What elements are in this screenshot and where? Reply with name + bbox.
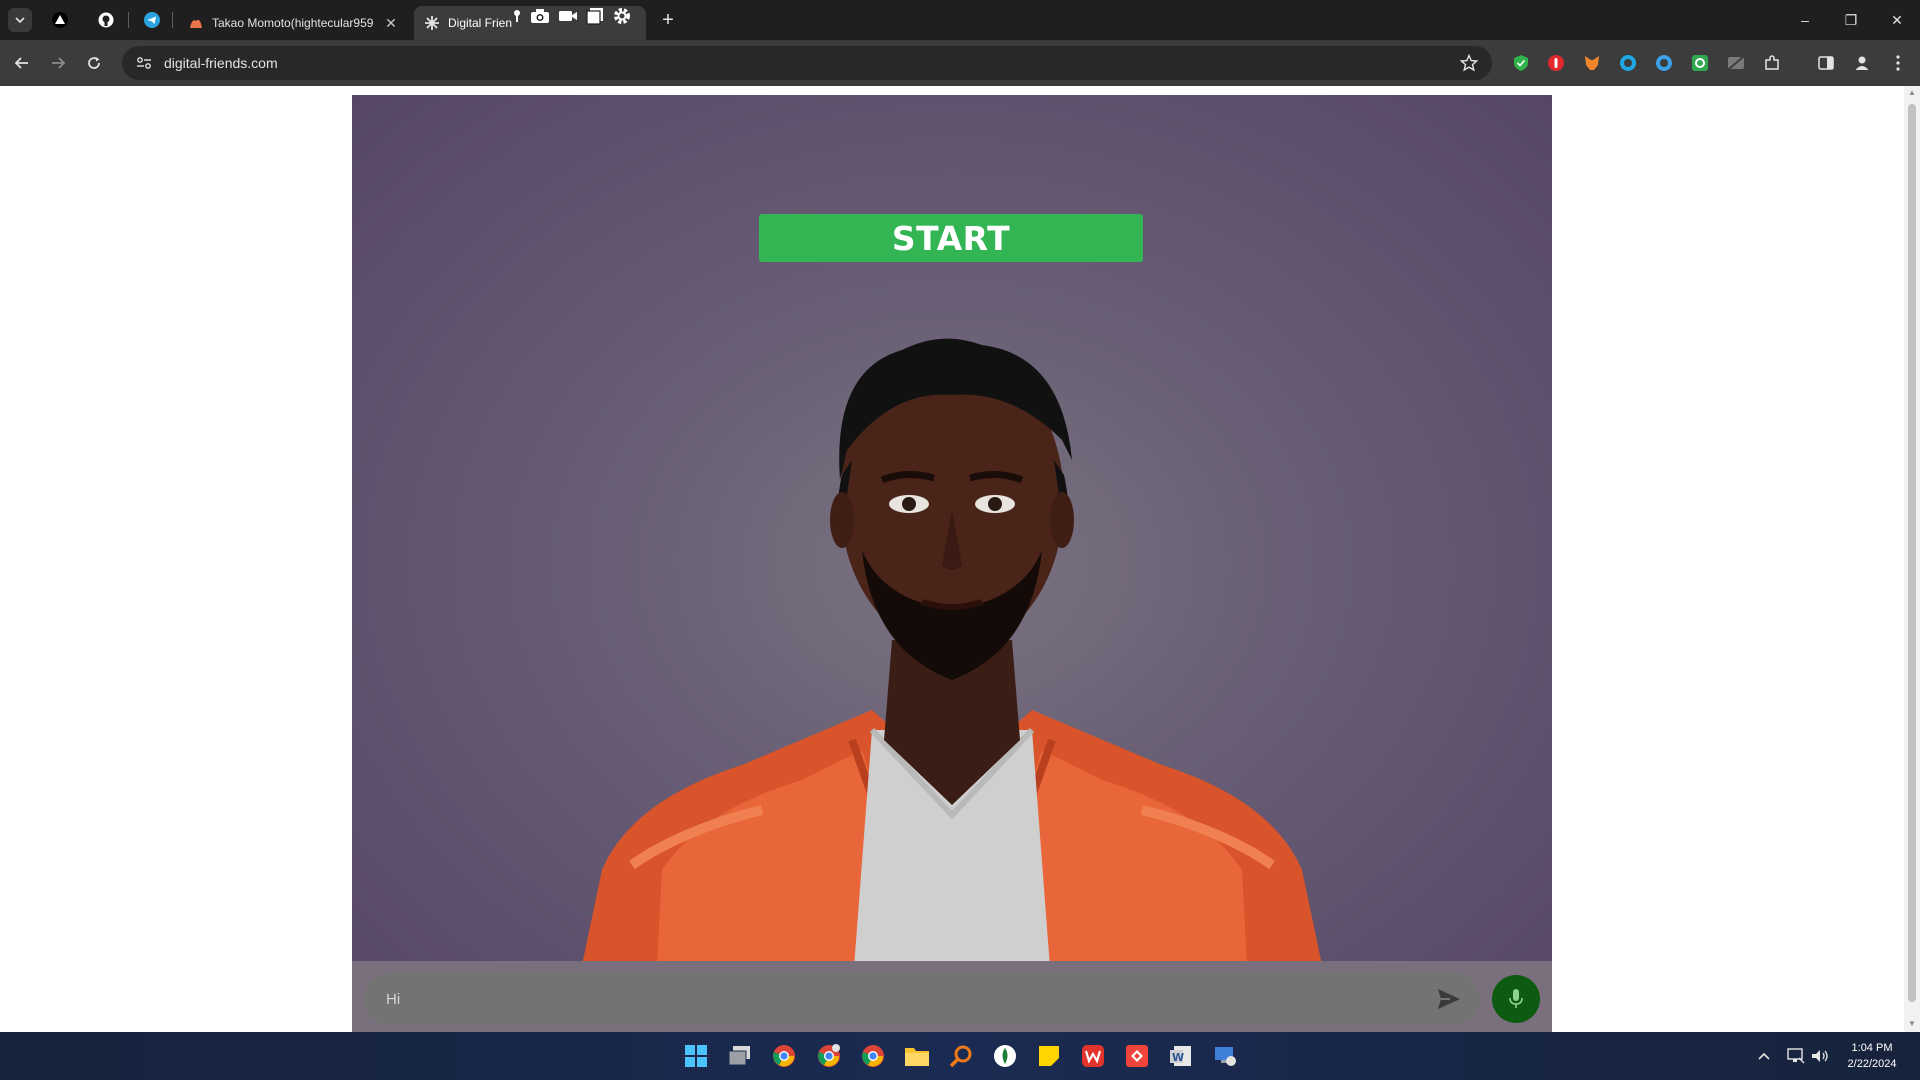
github-icon bbox=[98, 12, 114, 28]
scrollbar-thumb[interactable] bbox=[1908, 104, 1916, 1002]
screenshot-toolbar bbox=[512, 2, 632, 30]
word-icon[interactable]: W bbox=[1167, 1042, 1195, 1070]
network-icon[interactable] bbox=[1786, 1046, 1806, 1066]
tab-title: Takao Momoto(hightecular959 bbox=[212, 16, 374, 30]
chat-input-container[interactable] bbox=[364, 973, 1480, 1025]
minimize-button[interactable]: – bbox=[1782, 0, 1828, 40]
arrow-right-icon bbox=[52, 57, 66, 69]
red-extension-icon[interactable] bbox=[1546, 53, 1566, 73]
gear-icon[interactable] bbox=[612, 6, 632, 26]
tab-takao-momoto[interactable]: Takao Momoto(hightecular959 ✕ bbox=[178, 6, 410, 40]
pin-icon[interactable] bbox=[512, 9, 522, 23]
arrow-left-icon bbox=[14, 57, 28, 69]
browser-tab-strip: Takao Momoto(hightecular959 ✕ Digital Fr… bbox=[0, 0, 1920, 40]
url-text[interactable]: digital-friends.com bbox=[164, 55, 1454, 71]
windows-start-icon[interactable] bbox=[682, 1042, 710, 1070]
task-view-icon[interactable] bbox=[726, 1042, 754, 1070]
page-scrollbar[interactable]: ▲ ▼ bbox=[1904, 86, 1920, 1032]
bookmark-star-icon[interactable] bbox=[1454, 54, 1484, 72]
send-icon bbox=[1438, 989, 1460, 1009]
back-button[interactable] bbox=[8, 49, 36, 77]
chrome-profile-icon[interactable] bbox=[815, 1042, 843, 1070]
microphone-icon bbox=[1509, 989, 1523, 1008]
svg-text:W: W bbox=[1172, 1051, 1184, 1064]
reload-icon bbox=[88, 57, 100, 69]
window-capture-icon[interactable] bbox=[586, 7, 604, 25]
side-panel-icon[interactable] bbox=[1816, 53, 1836, 73]
chrome-icon[interactable] bbox=[770, 1042, 798, 1070]
address-bar[interactable]: digital-friends.com bbox=[122, 46, 1492, 80]
kebab-menu-icon[interactable] bbox=[1888, 53, 1908, 73]
app-favicon-icon bbox=[190, 19, 202, 28]
file-explorer-icon[interactable] bbox=[903, 1042, 931, 1070]
tab-separator bbox=[128, 12, 129, 28]
browser-toolbar: digital-friends.com bbox=[0, 40, 1920, 86]
chat-bar bbox=[352, 961, 1552, 1032]
tab-close-icon[interactable]: ✕ bbox=[382, 15, 400, 32]
asterisk-favicon-icon bbox=[425, 16, 439, 30]
green-drop-app-icon[interactable] bbox=[991, 1042, 1019, 1070]
puzzle-extensions-icon[interactable] bbox=[1762, 53, 1782, 73]
chrome-icon[interactable] bbox=[859, 1042, 887, 1070]
clock-time: 1:04 PM bbox=[1851, 1042, 1893, 1054]
pinned-tab-1[interactable] bbox=[46, 7, 74, 33]
green-extension-icon[interactable] bbox=[1690, 53, 1710, 73]
speaker-icon[interactable] bbox=[1810, 1046, 1830, 1066]
pinned-tab-telegram[interactable] bbox=[138, 7, 166, 33]
avatar-stage: START bbox=[352, 95, 1552, 1032]
search-magnifier-icon[interactable] bbox=[947, 1042, 975, 1070]
clock-date: 2/22/2024 bbox=[1847, 1058, 1897, 1070]
sticky-notes-icon[interactable] bbox=[1035, 1042, 1063, 1070]
chevron-up-icon[interactable] bbox=[1754, 1046, 1774, 1066]
scroll-up-arrow-icon[interactable]: ▲ bbox=[1908, 89, 1916, 97]
avatar-3d-character bbox=[567, 338, 1337, 1032]
remote-desktop-icon[interactable] bbox=[1211, 1042, 1239, 1070]
site-settings-icon[interactable] bbox=[130, 56, 158, 70]
start-button[interactable]: START bbox=[759, 214, 1143, 262]
pinned-tab-github[interactable] bbox=[92, 7, 120, 33]
reload-button[interactable] bbox=[80, 49, 108, 77]
windows-taskbar: W 1:04 PM 2/22/2024 bbox=[0, 1032, 1920, 1080]
new-tab-button[interactable]: + bbox=[656, 8, 680, 32]
forward-button[interactable] bbox=[44, 49, 72, 77]
microphone-button[interactable] bbox=[1492, 975, 1540, 1023]
system-clock[interactable]: 1:04 PM 2/22/2024 bbox=[1830, 1040, 1914, 1072]
close-window-button[interactable]: ✕ bbox=[1874, 0, 1920, 40]
video-camera-icon[interactable] bbox=[558, 8, 578, 24]
wps-office-icon[interactable] bbox=[1079, 1042, 1107, 1070]
scroll-down-arrow-icon[interactable]: ▼ bbox=[1908, 1020, 1916, 1028]
anydesk-icon[interactable] bbox=[1123, 1042, 1151, 1070]
tab-separator bbox=[172, 12, 173, 28]
send-button[interactable] bbox=[1432, 982, 1466, 1016]
triangle-logo-icon bbox=[52, 12, 68, 28]
metamask-fox-icon[interactable] bbox=[1582, 53, 1602, 73]
chat-message-input[interactable] bbox=[386, 990, 1432, 1008]
shield-extension-icon[interactable] bbox=[1511, 53, 1531, 73]
camera-icon[interactable] bbox=[530, 8, 550, 24]
tab-search-button[interactable] bbox=[8, 8, 32, 32]
profile-avatar-icon[interactable] bbox=[1852, 53, 1872, 73]
blue-ring-extension-icon[interactable] bbox=[1618, 53, 1638, 73]
chevron-down-icon bbox=[15, 17, 25, 24]
restore-button[interactable]: ❐ bbox=[1828, 0, 1874, 40]
telegram-icon bbox=[144, 12, 160, 28]
gray-extension-icon[interactable] bbox=[1726, 53, 1746, 73]
blue-ring-extension-icon[interactable] bbox=[1654, 53, 1674, 73]
